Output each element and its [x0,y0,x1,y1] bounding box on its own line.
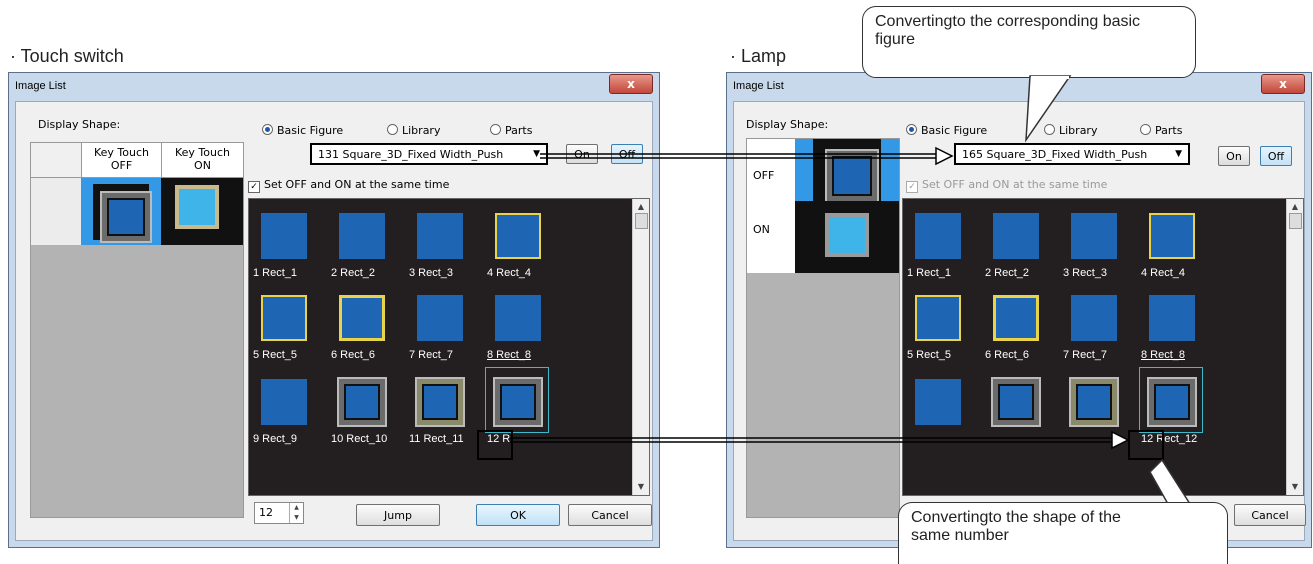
callout-pointers [1025,75,1192,505]
callout-same-number-text: Convertingto the shape of the same numbe… [911,509,1121,544]
callout-same-number: Convertingto the shape of the same numbe… [898,502,1228,564]
